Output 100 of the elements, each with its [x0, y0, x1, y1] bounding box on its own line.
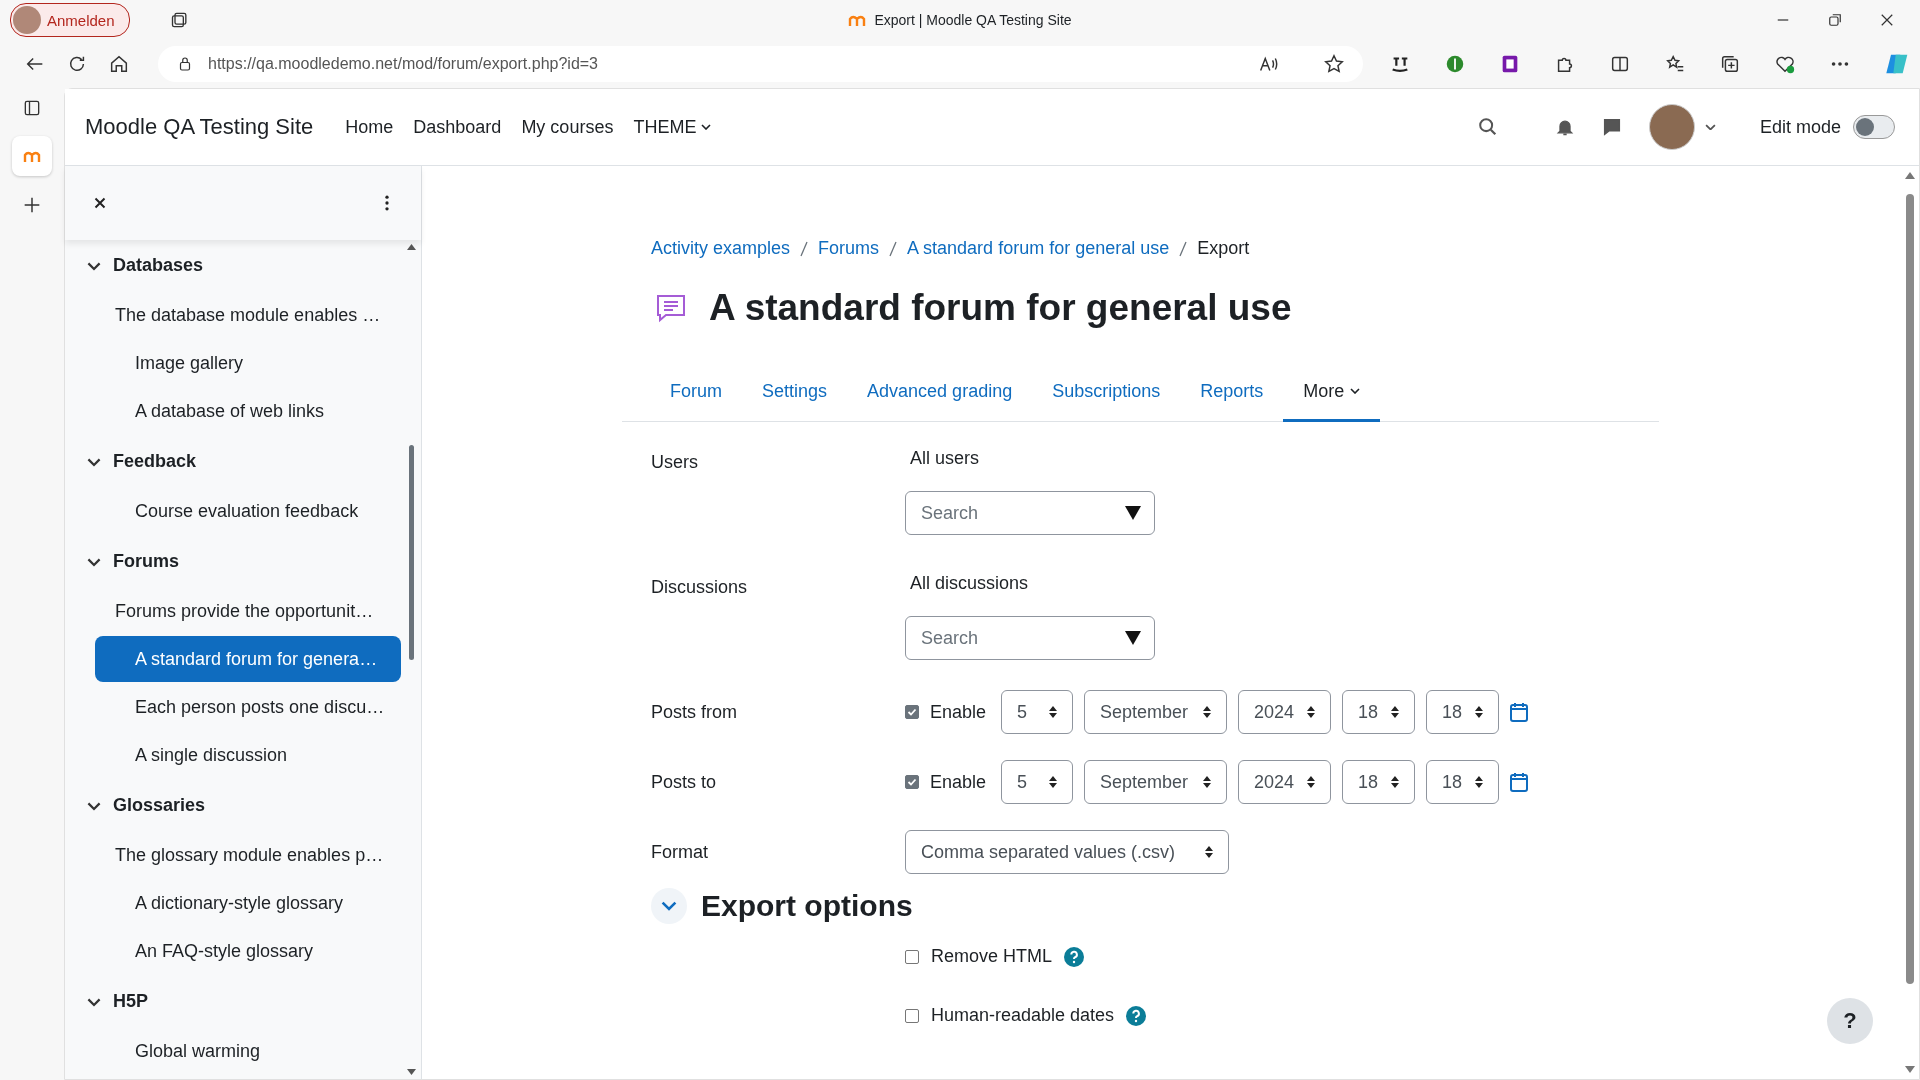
favorite-star-icon[interactable]: [1323, 53, 1345, 75]
section-description-link[interactable]: Forums provide the opportunit…: [95, 588, 401, 634]
selection-text: All discussions: [909, 572, 1030, 594]
activity-link[interactable]: A dictionary-style glossary: [95, 880, 401, 926]
caret-icon: [1704, 123, 1716, 131]
sort-icon: [1202, 705, 1213, 719]
collapse-toggle[interactable]: [651, 888, 687, 924]
tab[interactable]: Settings: [742, 363, 848, 422]
sort-icon: [1048, 705, 1059, 719]
scrollbar-thumb[interactable]: [409, 445, 414, 660]
day-select[interactable]: 5: [1001, 760, 1074, 804]
sort-icon: [1390, 775, 1401, 789]
section-link[interactable]: Databases: [113, 254, 204, 276]
user-menu[interactable]: [1648, 104, 1716, 150]
help-button[interactable]: ?: [1827, 998, 1873, 1044]
search-icon[interactable]: [1476, 116, 1499, 138]
nav-link[interactable]: My courses: [511, 116, 624, 138]
breadcrumb-link[interactable]: Activity examples: [651, 238, 791, 259]
breadcrumb-link[interactable]: A standard forum for general use: [907, 238, 1170, 259]
help-icon[interactable]: [1064, 946, 1085, 967]
breadcrumb-separator-icon: [1179, 240, 1188, 257]
format-select[interactable]: Comma separated values (.csv): [905, 830, 1229, 874]
restore-icon[interactable]: [1826, 11, 1844, 29]
day-select[interactable]: 5: [1001, 690, 1074, 734]
section-link[interactable]: H5P: [113, 990, 148, 1012]
edit-mode-toggle[interactable]: [1853, 115, 1895, 139]
profile-button[interactable]: Anmelden: [10, 3, 130, 37]
collections-icon[interactable]: [1719, 53, 1741, 75]
breadcrumb-link[interactable]: Forums: [818, 238, 880, 259]
search-dropdown[interactable]: Search: [905, 616, 1155, 660]
edit-mode-label: Edit mode: [1759, 116, 1841, 138]
scroll-up-icon[interactable]: [407, 244, 416, 250]
url-text: https://qa.moodledemo.net/mod/forum/export.php?id=3: [208, 55, 599, 73]
section-description-link[interactable]: The glossary module enables p…: [95, 832, 401, 878]
sort-icon: [1390, 705, 1401, 719]
year-select[interactable]: 2024: [1238, 690, 1332, 734]
activity-link[interactable]: An FAQ-style glossary: [95, 928, 401, 974]
tab-title: Export | Moodle QA Testing Site: [874, 12, 1072, 28]
sort-icon: [1474, 775, 1485, 789]
section-link[interactable]: Forums: [113, 550, 179, 572]
tab[interactable]: Advanced grading: [847, 363, 1033, 422]
checkbox-label: Enable: [930, 701, 987, 723]
field-label: Posts to: [651, 771, 718, 793]
shield-icon[interactable]: [1444, 53, 1466, 75]
checkmark-icon: [907, 707, 917, 717]
minute-select[interactable]: 18: [1426, 690, 1500, 734]
scroll-down-icon[interactable]: [1905, 1066, 1915, 1073]
hour-select[interactable]: 18: [1342, 690, 1416, 734]
checkbox[interactable]: [905, 949, 919, 964]
sort-icon: [1474, 705, 1485, 719]
section-link[interactable]: Feedback: [113, 450, 197, 472]
section-description-link[interactable]: The database module enables …: [95, 292, 401, 338]
activity-link[interactable]: A standard forum for genera…: [95, 636, 401, 682]
tab[interactable]: Subscriptions: [1032, 363, 1181, 422]
selection-text: All users: [909, 447, 981, 469]
activity-link[interactable]: Course evaluation feedback: [95, 488, 401, 534]
address-bar[interactable]: https://qa.moodledemo.net/mod/forum/export.php?id=3: [158, 46, 1363, 82]
help-icon[interactable]: [1126, 1005, 1147, 1026]
dropdown-arrow-icon: [1125, 631, 1141, 645]
home-icon[interactable]: [108, 53, 130, 75]
breadcrumb-separator-icon: [889, 240, 898, 257]
sort-icon: [1202, 775, 1213, 789]
sort-icon: [1048, 775, 1059, 789]
forum-icon: [655, 293, 687, 323]
month-select[interactable]: September: [1084, 690, 1228, 734]
browser-tab[interactable]: [12, 136, 52, 176]
activity-link[interactable]: A database of web links: [95, 388, 401, 434]
activity-link[interactable]: Global warming: [95, 1028, 401, 1074]
tab[interactable]: More: [1283, 363, 1381, 422]
scrollbar-thumb[interactable]: [1906, 194, 1914, 984]
checkbox-label: Human-readable dates: [931, 1005, 1115, 1026]
section-heading: Export options: [701, 889, 913, 923]
calendar-icon[interactable]: [1510, 702, 1529, 722]
activity-link[interactable]: Each person posts one discu…: [95, 684, 401, 730]
checkbox[interactable]: [905, 705, 919, 719]
tab-actions-icon[interactable]: [169, 10, 190, 30]
activity-link[interactable]: Image gallery: [95, 340, 401, 386]
checkbox-label: Remove HTML: [931, 946, 1053, 967]
moodle-logo-icon: [848, 13, 867, 27]
checkbox[interactable]: [905, 775, 919, 789]
section-link[interactable]: Glossaries: [113, 794, 206, 816]
nav-link[interactable]: Dashboard: [403, 116, 512, 138]
vertical-tabs-icon[interactable]: [22, 98, 42, 118]
site-name[interactable]: Moodle QA Testing Site: [85, 114, 314, 140]
tab[interactable]: Forum: [650, 363, 742, 422]
search-dropdown[interactable]: Search: [905, 491, 1155, 535]
activity-link[interactable]: A single discussion: [95, 732, 401, 778]
nav-link[interactable]: THEME: [623, 116, 722, 138]
nav-link[interactable]: Home: [335, 116, 404, 138]
sort-icon: [1306, 775, 1317, 789]
tab[interactable]: Reports: [1180, 363, 1284, 422]
scroll-up-icon[interactable]: [1905, 172, 1915, 179]
calendar-icon[interactable]: [1510, 772, 1529, 792]
hour-select[interactable]: 18: [1342, 760, 1416, 804]
month-select[interactable]: September: [1084, 760, 1228, 804]
year-select[interactable]: 2024: [1238, 760, 1332, 804]
field-label: Format: [651, 841, 709, 863]
checkbox[interactable]: [905, 1008, 919, 1023]
minute-select[interactable]: 18: [1426, 760, 1500, 804]
scroll-down-icon[interactable]: [407, 1069, 416, 1075]
